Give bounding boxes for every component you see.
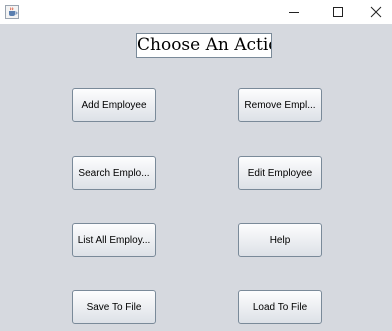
help-label: Help bbox=[269, 234, 291, 246]
maximize-button[interactable] bbox=[320, 0, 356, 24]
load-to-file-button[interactable]: Load To File bbox=[238, 290, 322, 324]
close-button[interactable] bbox=[358, 0, 392, 24]
main-panel: Choose An Action Add Employee Remove Emp… bbox=[0, 24, 392, 331]
java-coffee-cup-icon bbox=[5, 4, 19, 19]
remove-employee-label: Remove Empl... bbox=[244, 99, 316, 111]
title-bar bbox=[0, 0, 392, 24]
load-to-file-label: Load To File bbox=[252, 301, 308, 313]
add-employee-label: Add Employee bbox=[81, 99, 147, 111]
page-title: Choose An Action bbox=[136, 33, 272, 58]
minimize-icon bbox=[288, 3, 300, 22]
edit-employee-button[interactable]: Edit Employee bbox=[238, 156, 322, 190]
help-button[interactable]: Help bbox=[238, 223, 322, 257]
minimize-button[interactable] bbox=[276, 0, 312, 24]
list-all-employees-label: List All Employ... bbox=[77, 234, 151, 246]
maximize-icon bbox=[332, 3, 344, 22]
save-to-file-button[interactable]: Save To File bbox=[72, 290, 156, 324]
save-to-file-label: Save To File bbox=[86, 301, 142, 313]
list-all-employees-button[interactable]: List All Employ... bbox=[72, 223, 156, 257]
search-employee-button[interactable]: Search Emplo... bbox=[72, 156, 156, 190]
close-icon bbox=[370, 3, 382, 22]
edit-employee-label: Edit Employee bbox=[247, 167, 313, 179]
add-employee-button[interactable]: Add Employee bbox=[72, 88, 156, 122]
search-employee-label: Search Emplo... bbox=[78, 167, 150, 179]
remove-employee-button[interactable]: Remove Empl... bbox=[238, 88, 322, 122]
